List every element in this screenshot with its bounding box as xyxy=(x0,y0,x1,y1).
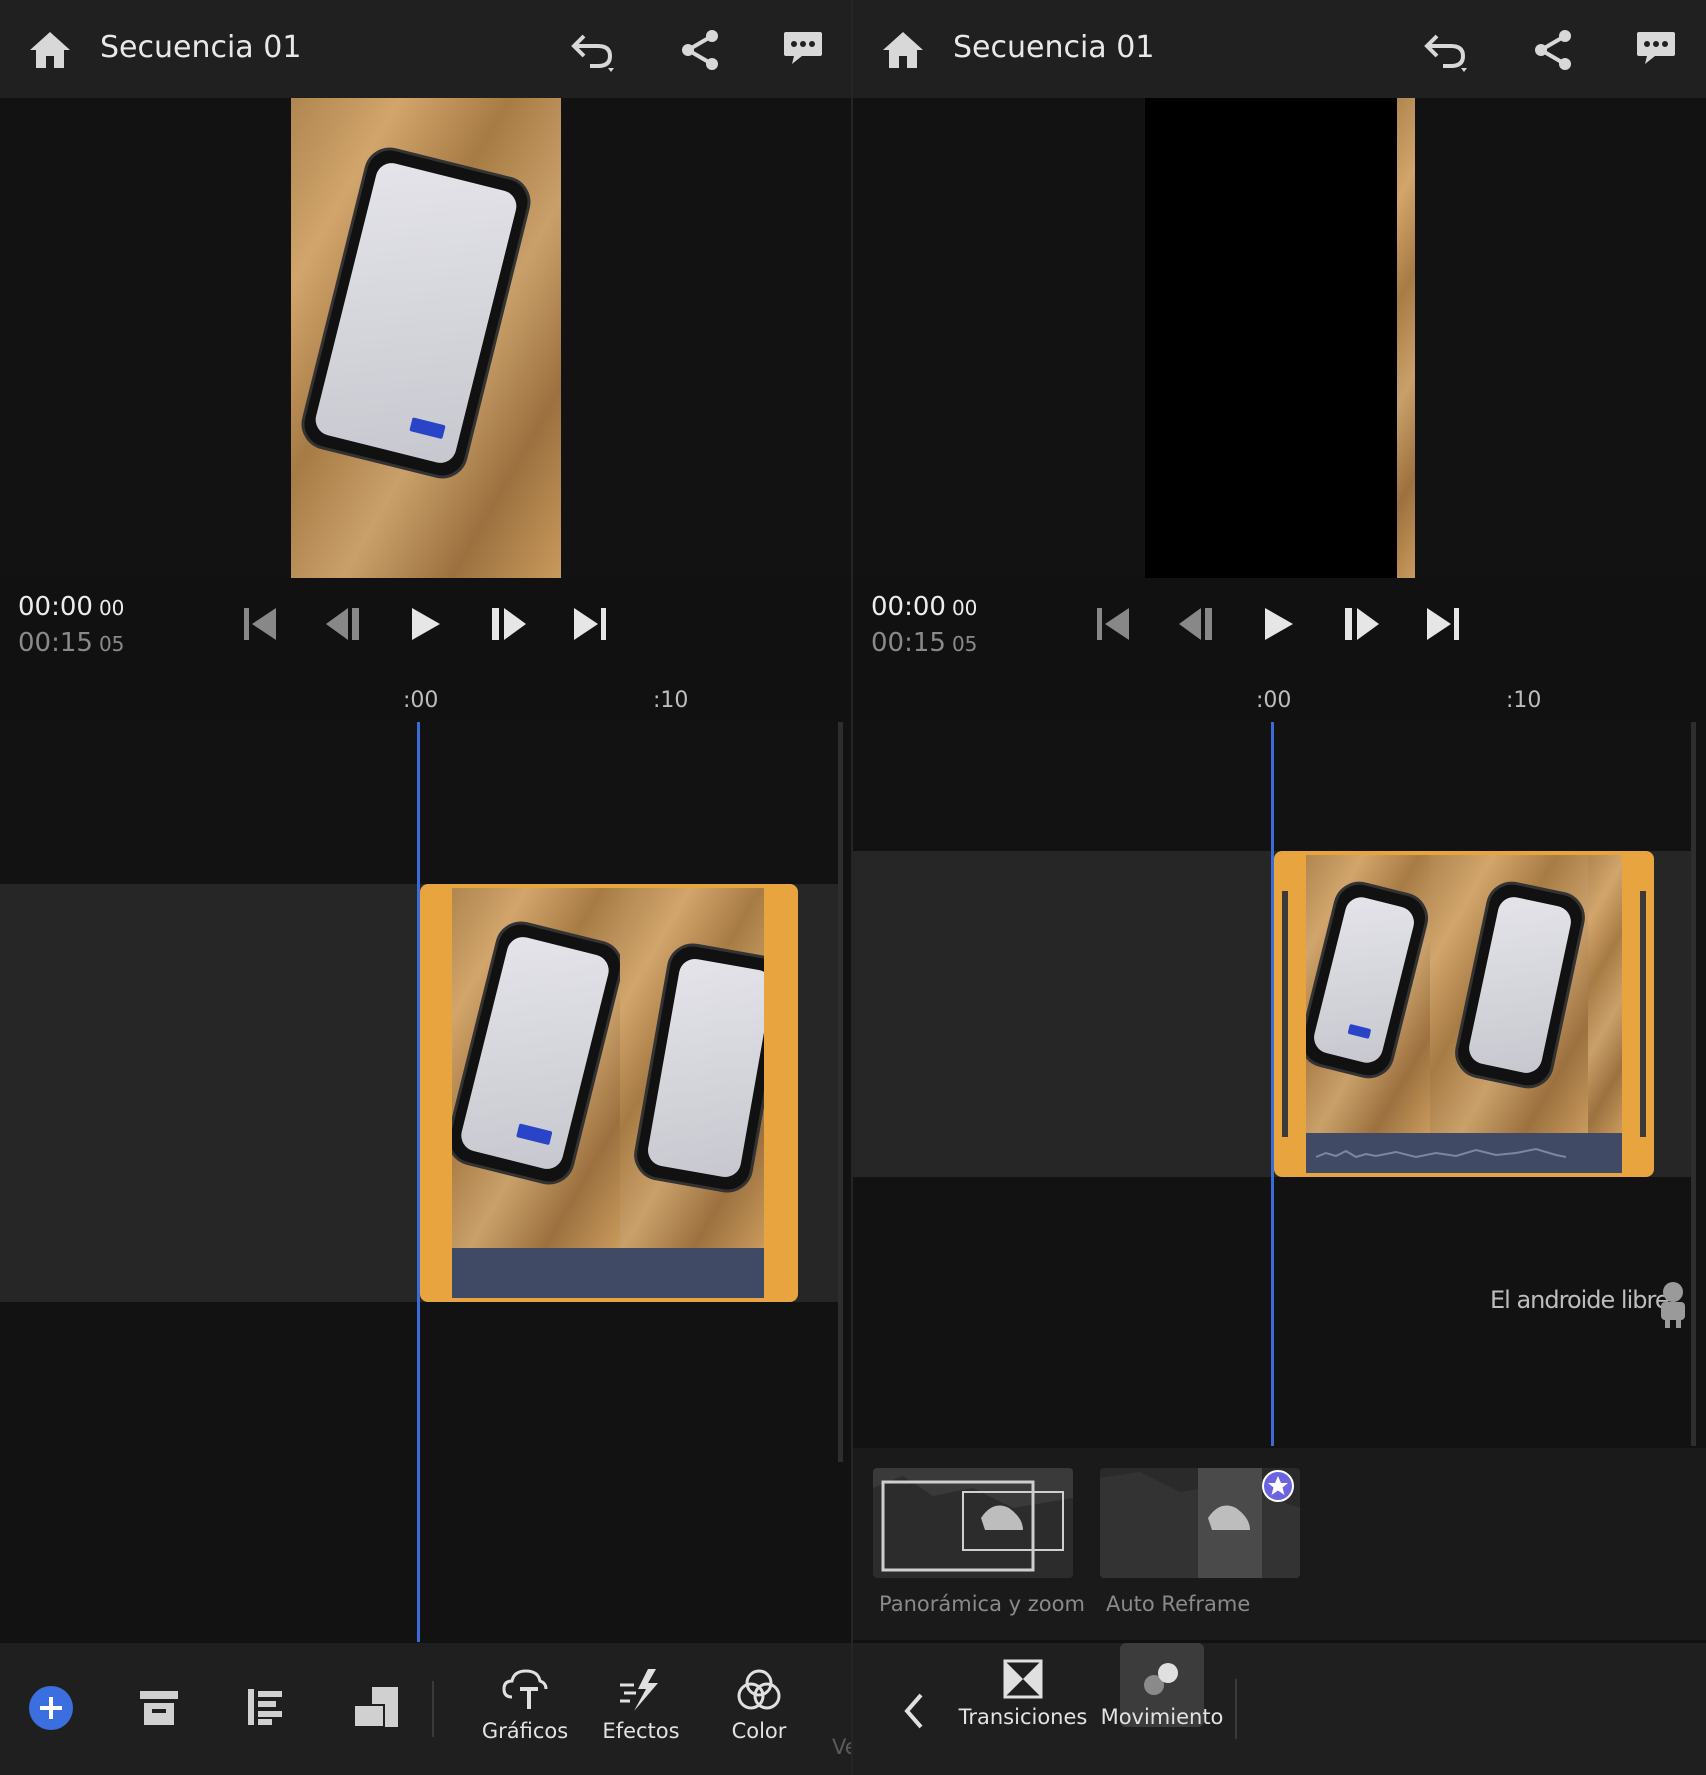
comment-icon[interactable] xyxy=(782,28,824,68)
share-icon[interactable] xyxy=(1531,28,1575,72)
right-editor-panel: Secuencia 01 00:00 00 00:15 05 :00 :10 E… xyxy=(853,0,1706,1775)
watermark-text: El androide libre xyxy=(1490,1286,1670,1314)
ruler-tick-10: :10 xyxy=(1506,688,1542,713)
archive-icon[interactable] xyxy=(138,1689,180,1727)
preview-frame xyxy=(291,98,561,578)
bottom-toolbar: Gráficos Efectos Color Ve xyxy=(0,1643,853,1775)
home-icon[interactable] xyxy=(28,30,72,70)
home-icon[interactable] xyxy=(881,30,925,70)
header-bar: Secuencia 01 xyxy=(0,0,853,98)
add-media-button[interactable] xyxy=(28,1685,74,1731)
pan-zoom-thumbnail xyxy=(873,1476,1073,1578)
share-icon[interactable] xyxy=(678,28,722,72)
clip-thumbnail-1 xyxy=(452,888,620,1248)
timeline-area[interactable] xyxy=(0,722,853,1642)
sequence-title: Secuencia 01 xyxy=(953,30,1155,65)
video-clip[interactable] xyxy=(420,884,798,1302)
transport-controls xyxy=(1093,604,1473,652)
ruler-tick-00: :00 xyxy=(1256,688,1292,713)
ruler-tick-10: :10 xyxy=(653,688,689,713)
play-icon[interactable] xyxy=(1261,604,1297,644)
color-icon xyxy=(737,1669,781,1710)
timecode-display: 00:00 00 00:15 05 xyxy=(18,592,124,658)
timecode-display: 00:00 00 00:15 05 xyxy=(871,592,977,658)
preview-frame xyxy=(1145,98,1415,578)
left-editor-panel: Secuencia 01 00:00 00 00:15 05 :00 :10 G… xyxy=(0,0,853,1775)
undo-icon[interactable] xyxy=(1421,28,1473,74)
sequence-title: Secuencia 01 xyxy=(100,30,302,65)
current-time: 00:00 xyxy=(18,592,93,622)
back-chevron-icon[interactable] xyxy=(901,1691,925,1731)
skip-to-end-icon[interactable] xyxy=(1425,604,1461,644)
color-label: Color xyxy=(731,1719,787,1743)
video-preview[interactable] xyxy=(0,98,853,578)
transport-controls xyxy=(240,604,620,652)
video-preview[interactable] xyxy=(853,98,1706,578)
transitions-label: Transiciones xyxy=(958,1705,1088,1729)
clip-thumbnail-2 xyxy=(1430,855,1588,1133)
toolbar-divider xyxy=(432,1681,434,1737)
playhead[interactable] xyxy=(417,722,420,1642)
motion-tool[interactable]: Movimiento xyxy=(1095,1659,1229,1729)
header-bar: Secuencia 01 xyxy=(853,0,1706,98)
effects-label: Efectos xyxy=(602,1719,680,1743)
current-time: 00:00 xyxy=(871,592,946,622)
step-forward-icon[interactable] xyxy=(488,604,528,644)
step-back-icon[interactable] xyxy=(324,604,364,644)
playhead[interactable] xyxy=(1271,722,1274,1446)
graphics-label: Gráficos xyxy=(481,1719,569,1743)
duration-frames: 05 xyxy=(98,632,125,656)
auto-reframe-label: Auto Reframe xyxy=(1106,1592,1251,1616)
toolbar-divider xyxy=(1235,1679,1237,1739)
clip-thumbnail-3 xyxy=(1588,855,1622,1133)
timeline-area[interactable]: El androide libre xyxy=(853,722,1706,1446)
premium-star-icon xyxy=(1262,1470,1294,1502)
skip-to-start-icon[interactable] xyxy=(1095,604,1131,644)
effects-tool[interactable]: Efectos xyxy=(596,1667,686,1743)
step-forward-icon[interactable] xyxy=(1341,604,1381,644)
color-tool[interactable]: Color xyxy=(714,1667,804,1743)
preview-edge-strip xyxy=(1397,98,1415,578)
clip-body xyxy=(452,888,764,1298)
motion-icon xyxy=(1144,1663,1178,1695)
current-frames: 00 xyxy=(98,596,125,620)
video-clip-selected[interactable] xyxy=(1274,851,1654,1177)
track-layers-icon[interactable] xyxy=(246,1687,284,1727)
current-frames: 00 xyxy=(951,596,978,620)
step-back-icon[interactable] xyxy=(1177,604,1217,644)
graphics-icon xyxy=(502,1669,548,1709)
graphics-tool[interactable]: Gráficos xyxy=(480,1667,570,1743)
clip-thumbnail-2 xyxy=(620,888,764,1248)
motion-options-panel: Panorámica y zoom Auto Reframe xyxy=(853,1448,1706,1640)
motion-label: Movimiento xyxy=(1100,1705,1224,1729)
android-logo-icon xyxy=(1661,1282,1685,1328)
clip-body xyxy=(1306,855,1622,1173)
ruler-tick-00: :00 xyxy=(403,688,439,713)
trim-handle-left[interactable] xyxy=(1282,891,1288,1137)
timeline-scrollbar[interactable] xyxy=(838,722,843,1462)
aspect-ratio-icon[interactable] xyxy=(352,1685,400,1729)
skip-to-end-icon[interactable] xyxy=(572,604,608,644)
transitions-icon xyxy=(1003,1659,1043,1699)
duration-time: 00:15 xyxy=(18,628,93,658)
pan-zoom-label: Panorámica y zoom xyxy=(879,1592,1085,1616)
preview-phone-image xyxy=(296,142,536,484)
bottom-toolbar: Transiciones Movimiento xyxy=(853,1643,1706,1775)
undo-icon[interactable] xyxy=(568,28,620,74)
pan-zoom-card[interactable] xyxy=(873,1468,1073,1578)
play-icon[interactable] xyxy=(408,604,444,644)
trim-handle-right[interactable] xyxy=(1640,891,1646,1137)
duration-time: 00:15 xyxy=(871,628,946,658)
comment-icon[interactable] xyxy=(1635,28,1677,68)
audio-waveform xyxy=(1316,1147,1566,1159)
effects-icon xyxy=(620,1669,658,1711)
partial-tool-label[interactable]: Ve xyxy=(832,1735,853,1759)
clip-thumbnail-1 xyxy=(1306,855,1430,1133)
skip-to-start-icon[interactable] xyxy=(242,604,278,644)
duration-frames: 05 xyxy=(951,632,978,656)
timeline-scrollbar[interactable] xyxy=(1691,722,1696,1446)
transitions-tool[interactable]: Transiciones xyxy=(953,1659,1093,1729)
